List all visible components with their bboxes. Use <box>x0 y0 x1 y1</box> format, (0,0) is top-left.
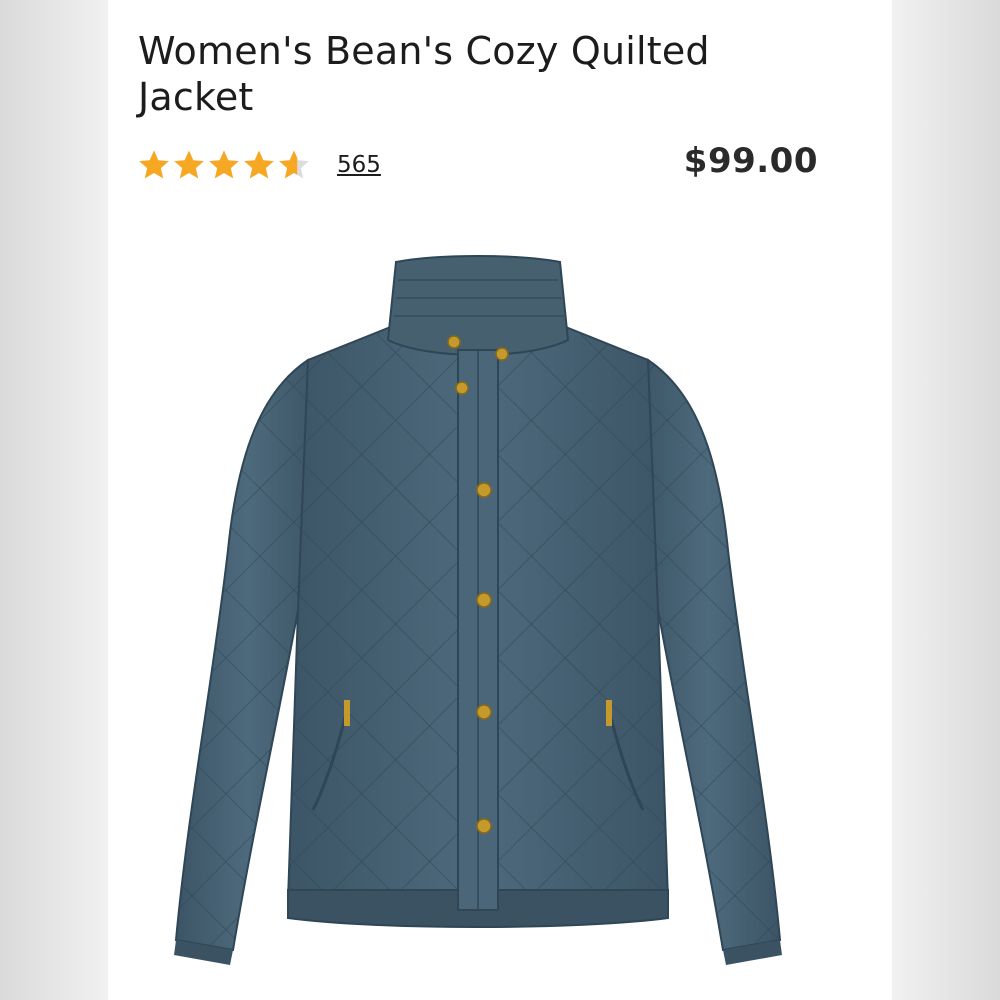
star-rating <box>138 149 313 181</box>
product-price: $99.00 <box>683 141 818 181</box>
snap-button <box>476 818 492 834</box>
right-backdrop <box>892 0 1000 1000</box>
star-icon <box>244 150 274 179</box>
star-icon <box>174 150 204 179</box>
snap-button <box>476 592 492 608</box>
left-backdrop <box>0 0 108 1000</box>
snap-button <box>447 335 461 349</box>
star-icon <box>279 150 309 179</box>
jacket-collar <box>386 255 570 356</box>
snap-button <box>476 482 492 498</box>
jacket-product-image[interactable] <box>158 250 798 970</box>
snap-button <box>495 347 509 361</box>
review-count-link[interactable]: 565 <box>337 152 381 178</box>
snap-button <box>476 704 492 720</box>
star-icon <box>139 150 169 179</box>
product-title: Women's Bean's Cozy Quilted Jacket <box>138 29 710 119</box>
snap-button <box>455 381 469 395</box>
product-card: Women's Bean's Cozy Quilted Jacket 565 $… <box>108 0 892 1000</box>
star-icon <box>209 150 239 179</box>
rating-row: 565 <box>138 145 381 185</box>
